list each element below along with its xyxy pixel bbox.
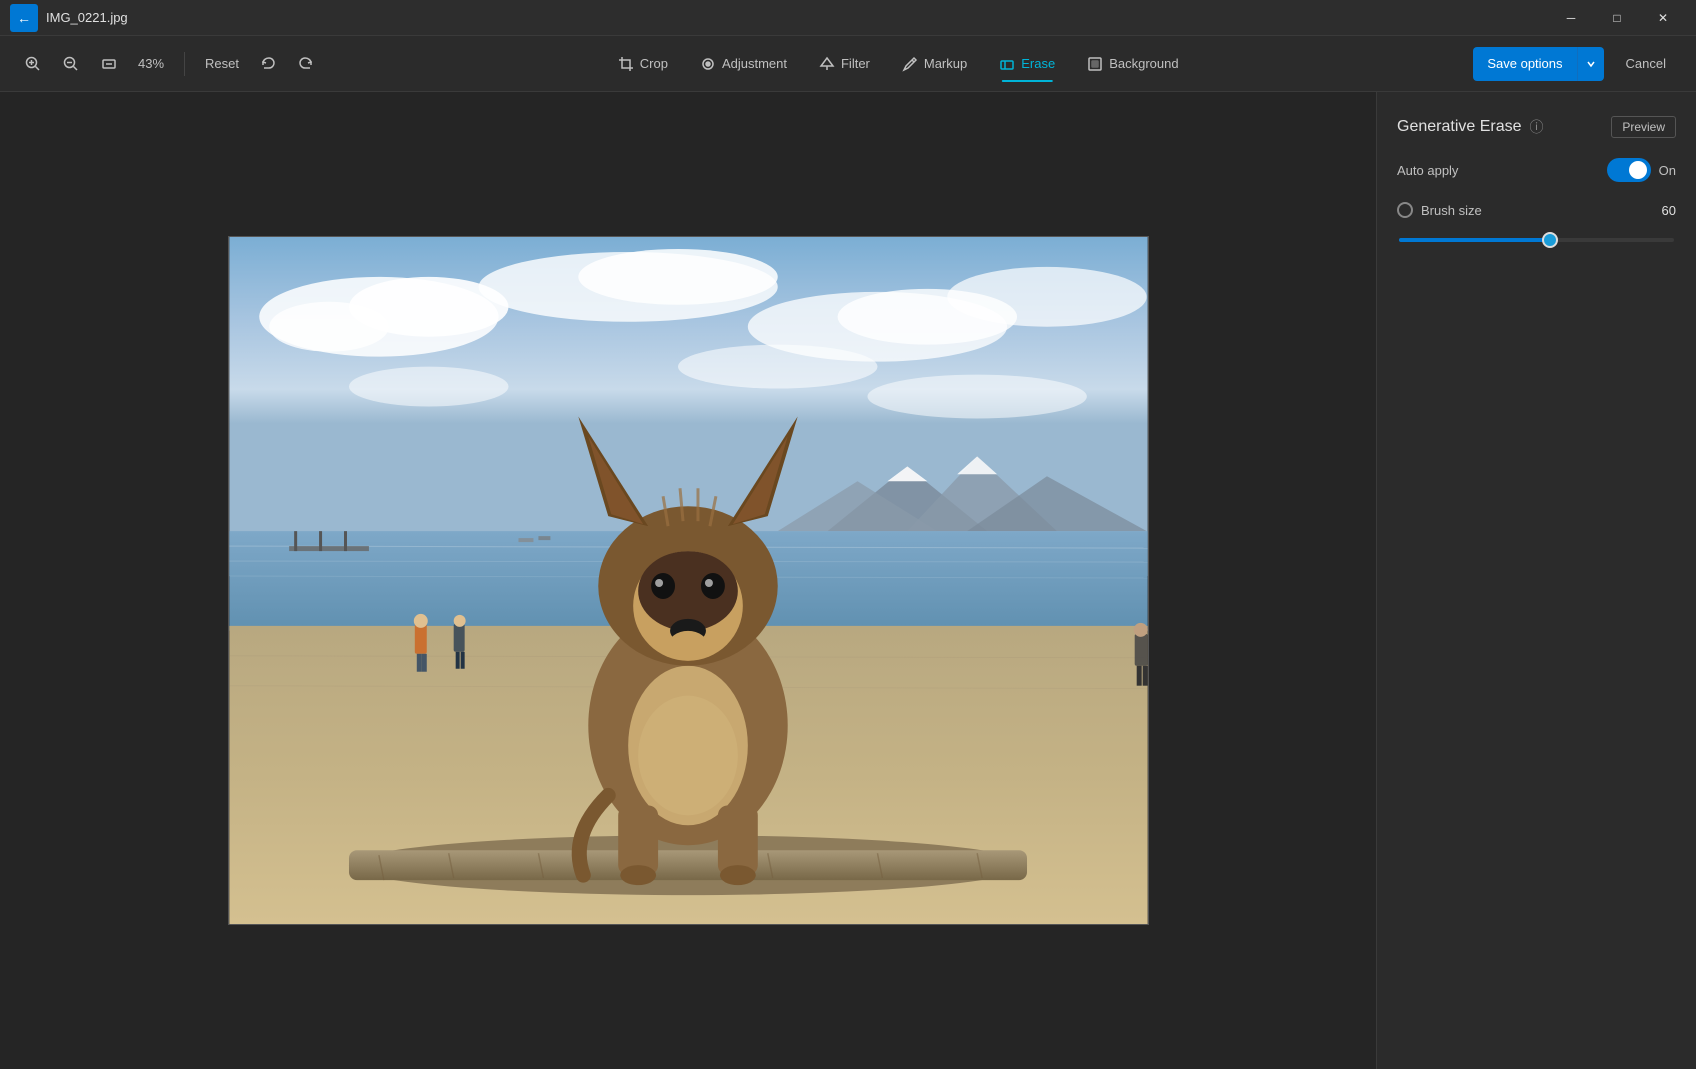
toggle-container: On: [1607, 158, 1676, 182]
slider-thumb[interactable]: [1542, 232, 1558, 248]
close-button[interactable]: ✕: [1640, 0, 1686, 36]
toolbar-center: Crop Adjustment Filter Markup: [323, 50, 1473, 78]
erase-tool-button[interactable]: Erase: [985, 50, 1069, 78]
panel-title: Generative Erase: [1397, 118, 1522, 136]
main-content: Generative Erase ⓘ Preview Auto apply On…: [0, 92, 1696, 1069]
slider-fill: [1399, 238, 1550, 242]
brush-size-row: Brush size 60: [1397, 202, 1676, 218]
brush-size-slider-container: [1397, 230, 1676, 250]
preview-button[interactable]: Preview: [1611, 116, 1676, 138]
back-button[interactable]: ←: [10, 4, 38, 32]
image-container: [228, 236, 1149, 925]
brush-size-label: Brush size: [1421, 203, 1662, 218]
auto-apply-label: Auto apply: [1397, 163, 1607, 178]
auto-apply-row: Auto apply On: [1397, 158, 1676, 182]
filename-label: IMG_0221.jpg: [46, 10, 1540, 25]
toolbar-left: 43% Reset: [16, 47, 323, 81]
filter-tool-button[interactable]: Filter: [805, 50, 884, 78]
maximize-button[interactable]: □: [1594, 0, 1640, 36]
zoom-out-button[interactable]: [54, 47, 88, 81]
reset-button[interactable]: Reset: [197, 52, 247, 75]
fit-to-window-button[interactable]: [92, 47, 126, 81]
canvas-area[interactable]: [0, 92, 1376, 1069]
title-bar: ← IMG_0221.jpg ─ □ ✕: [0, 0, 1696, 36]
zoom-in-button[interactable]: [16, 47, 50, 81]
save-options-button[interactable]: Save options: [1473, 47, 1576, 81]
cancel-button[interactable]: Cancel: [1612, 47, 1680, 81]
toggle-state-label: On: [1659, 163, 1676, 178]
minimize-button[interactable]: ─: [1548, 0, 1594, 36]
window-controls: ─ □ ✕: [1548, 0, 1686, 36]
save-options-chevron-button[interactable]: [1577, 47, 1604, 81]
zoom-level: 43%: [130, 56, 172, 71]
brush-size-value: 60: [1662, 203, 1676, 218]
toggle-thumb: [1629, 161, 1647, 179]
brush-size-icon: [1397, 202, 1413, 218]
background-tool-button[interactable]: Background: [1073, 50, 1192, 78]
save-options-group: Save options: [1473, 47, 1603, 81]
crop-tool-button[interactable]: Crop: [604, 50, 682, 78]
adjustment-tool-button[interactable]: Adjustment: [686, 50, 801, 78]
photo-display: [229, 237, 1148, 924]
redo-button[interactable]: [289, 47, 323, 81]
toolbar-divider: [184, 52, 185, 76]
right-panel: Generative Erase ⓘ Preview Auto apply On…: [1376, 92, 1696, 1069]
toolbar-right: Save options Cancel: [1473, 47, 1680, 81]
toolbar: 43% Reset Crop: [0, 36, 1696, 92]
slider-track-wrapper: [1399, 230, 1674, 250]
info-icon[interactable]: ⓘ: [1530, 117, 1544, 137]
panel-header: Generative Erase ⓘ Preview: [1397, 116, 1676, 138]
auto-apply-toggle[interactable]: [1607, 158, 1651, 182]
markup-tool-button[interactable]: Markup: [888, 50, 981, 78]
undo-button[interactable]: [251, 47, 285, 81]
